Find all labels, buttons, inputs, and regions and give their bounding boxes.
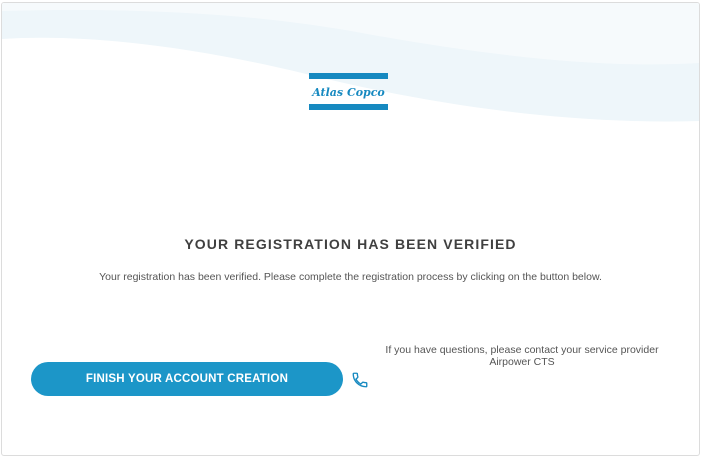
- contact-info: If you have questions, please contact yo…: [342, 344, 699, 368]
- registration-card: Atlas Copco YOUR REGISTRATION HAS BEEN V…: [1, 2, 700, 456]
- verification-message: Your registration has been verified. Ple…: [99, 271, 602, 283]
- service-provider-name: Airpower CTS: [489, 356, 555, 368]
- page-title: YOUR REGISTRATION HAS BEEN VERIFIED: [184, 236, 517, 252]
- finish-account-creation-button[interactable]: FINISH YOUR ACCOUNT CREATION: [31, 362, 343, 396]
- background-wave: [2, 3, 699, 122]
- atlas-copco-logo: Atlas Copco: [309, 73, 388, 110]
- contact-text: If you have questions, please contact yo…: [385, 344, 659, 356]
- logo-wordmark: Atlas Copco: [311, 86, 385, 99]
- phone-icon[interactable]: [351, 371, 369, 389]
